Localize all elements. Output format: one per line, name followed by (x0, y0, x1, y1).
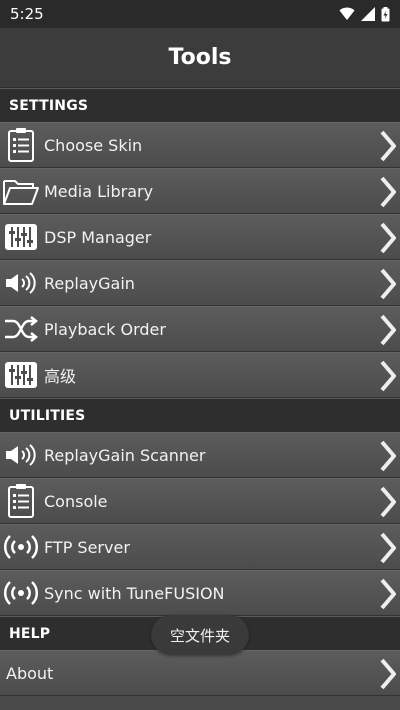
battery-icon (381, 6, 390, 21)
chevron-right-icon (380, 578, 396, 610)
status-icons (339, 6, 390, 22)
speaker-volume-icon (2, 436, 40, 474)
chevron-right-icon (380, 360, 396, 392)
status-bar: 5:25 (0, 0, 400, 28)
chevron-right-icon (380, 130, 396, 162)
chevron-right-icon (380, 486, 396, 518)
menu-item-replaygain-scanner[interactable]: ReplayGain Scanner (0, 432, 400, 478)
menu-item-replaygain[interactable]: ReplayGain (0, 260, 400, 306)
broadcast-icon (2, 528, 40, 566)
menu-item-label: ReplayGain (44, 273, 135, 293)
menu-item-about[interactable]: About (0, 650, 400, 696)
menu-item-label: Console (44, 491, 108, 511)
toast-message: 空文件夹 (151, 615, 249, 655)
wifi-icon (339, 7, 355, 20)
menu-item-advanced[interactable]: 高级 (0, 352, 400, 398)
chevron-right-icon (380, 440, 396, 472)
status-time: 5:25 (10, 5, 44, 23)
menu-item-label: Sync with TuneFUSION (44, 583, 225, 603)
menu-item-label: Choose Skin (44, 135, 143, 155)
chevron-right-icon (380, 532, 396, 564)
chevron-right-icon (380, 176, 396, 208)
section-header-settings: SETTINGS (0, 88, 400, 122)
chevron-right-icon (380, 658, 396, 690)
section-header-utilities: UTILITIES (0, 398, 400, 432)
chevron-right-icon (380, 268, 396, 300)
chevron-right-icon (380, 314, 396, 346)
menu-item-media-library[interactable]: Media Library (0, 168, 400, 214)
equalizer-icon (2, 218, 40, 256)
app-header: Tools (0, 28, 400, 88)
menu-item-playback-order[interactable]: Playback Order (0, 306, 400, 352)
clipboard-list-icon (2, 126, 40, 164)
shuffle-icon (2, 310, 40, 348)
menu-item-console[interactable]: Console (0, 478, 400, 524)
folder-open-icon (2, 172, 40, 210)
menu-item-label: Media Library (44, 181, 154, 201)
menu-item-label: About (6, 663, 54, 683)
menu-item-choose-skin[interactable]: Choose Skin (0, 122, 400, 168)
clipboard-list-icon (2, 482, 40, 520)
page-title: Tools (168, 45, 232, 70)
menu-item-label: 高级 (44, 367, 77, 386)
menu-item-label: Playback Order (44, 319, 166, 339)
menu-item-label: ReplayGain Scanner (44, 445, 206, 465)
broadcast-icon (2, 574, 40, 612)
menu-item-label: FTP Server (44, 537, 130, 557)
menu-item-sync-tunefusion[interactable]: Sync with TuneFUSION (0, 570, 400, 616)
menu-item-label: DSP Manager (44, 227, 152, 247)
menu-item-dsp-manager[interactable]: DSP Manager (0, 214, 400, 260)
chevron-right-icon (380, 222, 396, 254)
menu-item-ftp-server[interactable]: FTP Server (0, 524, 400, 570)
signal-icon (361, 7, 375, 21)
speaker-volume-icon (2, 264, 40, 302)
equalizer-icon (2, 356, 40, 394)
